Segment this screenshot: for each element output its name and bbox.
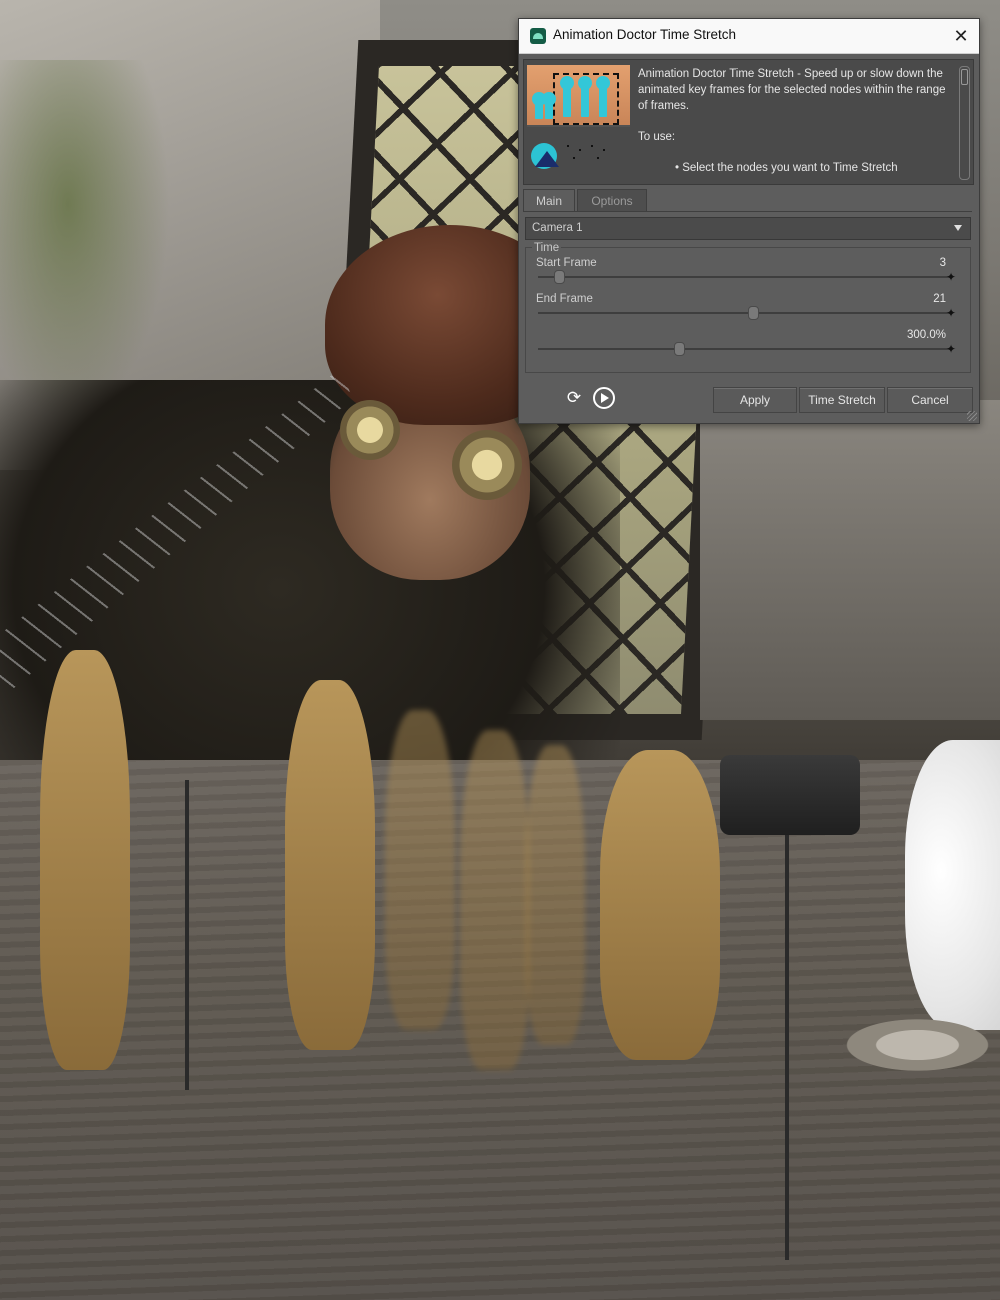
stretch-slider[interactable] (538, 342, 950, 356)
thumbnail-timeline (527, 127, 630, 181)
end-frame-slider[interactable] (538, 306, 950, 320)
metal-rings (835, 1015, 1000, 1075)
skeleton-pair (600, 750, 720, 1060)
description-bullet: • Select the nodes you want to Time Stre… (675, 162, 898, 174)
start-frame-slider[interactable] (538, 270, 950, 284)
keyframe-icon[interactable]: ✦ (946, 343, 956, 355)
wedge-icon (535, 151, 559, 167)
skeleton-ghost-1 (385, 710, 455, 1030)
description-scrollbar[interactable] (959, 66, 970, 180)
end-frame-value[interactable]: 21 (933, 293, 946, 305)
tab-options[interactable]: Options (577, 189, 647, 212)
softbox-light (905, 740, 1000, 1030)
info-panel: Animation Doctor Time Stretch - Speed up… (523, 59, 974, 185)
main-panel: Camera 1 Time Start Frame 3 ✦ End Frame … (525, 215, 971, 373)
dialog-title: Animation Doctor Time Stretch (553, 27, 737, 42)
cancel-button[interactable]: Cancel (887, 387, 973, 413)
animation-doctor-app-icon (530, 28, 546, 44)
skeleton-dancing (285, 680, 375, 1050)
skeleton-left (40, 650, 130, 1070)
light-stand (785, 820, 789, 1260)
play-icon[interactable] (593, 387, 615, 409)
keyframe-icon[interactable]: ✦ (946, 307, 956, 319)
end-frame-knob[interactable] (748, 306, 760, 320)
loop-icon[interactable]: ⟳ (563, 387, 585, 409)
tab-main[interactable]: Main (523, 189, 575, 212)
key-icon (578, 76, 592, 117)
thumbnail-keyframes (527, 65, 630, 125)
goggle-left (340, 400, 400, 460)
keyframe-icon[interactable]: ✦ (946, 271, 956, 283)
dropdown-value: Camera 1 (532, 222, 583, 234)
start-frame-value[interactable]: 3 (940, 257, 946, 269)
stretch-value[interactable]: 300.0% (907, 329, 946, 341)
close-icon[interactable]: ✕ (949, 24, 973, 48)
description-intro: Animation Doctor Time Stretch - Speed up… (638, 68, 946, 112)
background-wall (700, 400, 1000, 720)
key-icon (542, 92, 556, 119)
key-icon (596, 76, 610, 117)
time-stretch-button[interactable]: Time Stretch (799, 387, 885, 413)
time-stretch-dialog: Animation Doctor Time Stretch ✕ Animatio… (518, 18, 980, 424)
titlebar[interactable]: Animation Doctor Time Stretch ✕ (519, 19, 979, 54)
chevron-down-icon (954, 225, 962, 231)
skeleton-ghost-2 (460, 730, 530, 1070)
node-select-dropdown[interactable]: Camera 1 (525, 217, 971, 240)
skeleton-ghost-3 (525, 745, 585, 1045)
description-to-use: To use: (638, 131, 676, 143)
resize-grip[interactable] (967, 411, 977, 421)
key-icon (560, 76, 574, 117)
hanging-plant (0, 60, 170, 420)
time-group-label: Time (532, 242, 562, 254)
tripod-left (185, 780, 189, 1090)
goggle-right (452, 430, 522, 500)
start-frame-knob[interactable] (554, 270, 566, 284)
tab-bar: Main Options (523, 189, 972, 212)
end-frame-label: End Frame (536, 293, 593, 305)
time-group: Time Start Frame 3 ✦ End Frame 21 ✦ 300.… (525, 242, 971, 373)
description-text: Animation Doctor Time Stretch - Speed up… (638, 66, 956, 180)
apply-button[interactable]: Apply (713, 387, 797, 413)
product-thumbnail (527, 65, 630, 181)
start-frame-label: Start Frame (536, 257, 597, 269)
stretch-knob[interactable] (673, 342, 685, 356)
spotlight-rig (720, 755, 860, 835)
